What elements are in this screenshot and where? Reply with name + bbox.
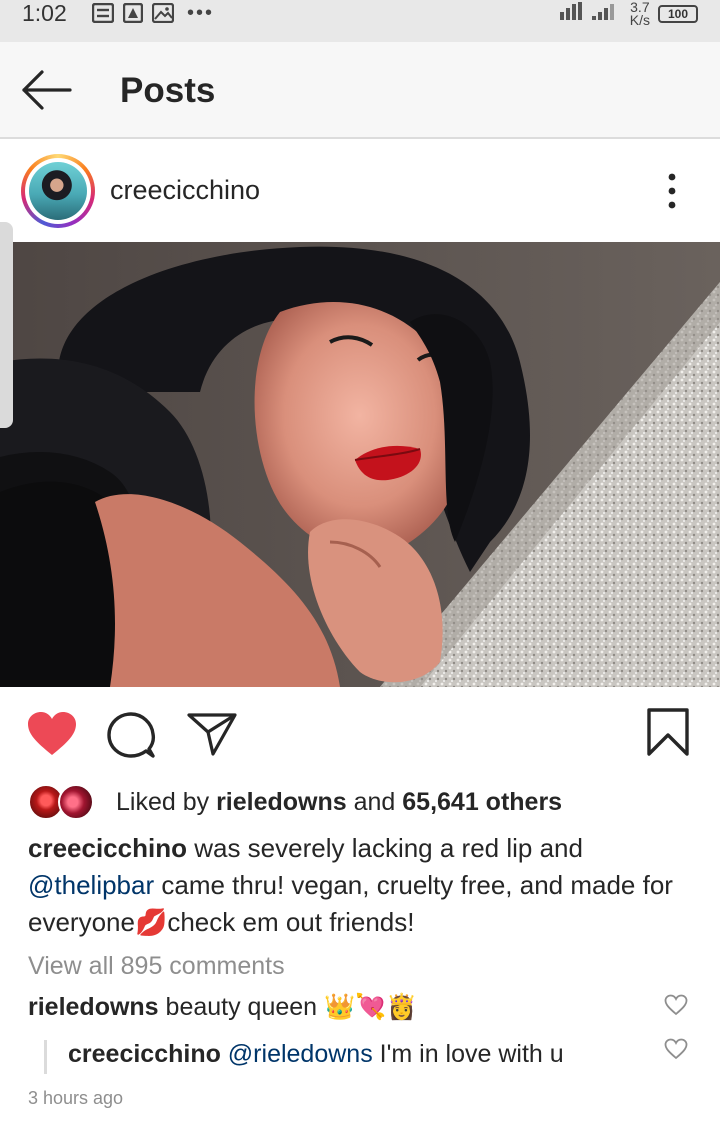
comment-mention[interactable]: @rieledowns [221,1040,373,1068]
share-button[interactable] [186,711,238,757]
drive-notification-icon [123,3,143,23]
avatar [58,784,94,820]
comment-like-button[interactable] [664,994,688,1016]
status-bar: 1:02 ••• 3.7 K/s 100 [0,0,720,42]
story-avatar[interactable] [21,154,95,228]
back-arrow-icon [22,70,72,110]
network-speed-unit: K/s [629,12,650,28]
more-options-button[interactable] [660,169,684,213]
selfie-photo [0,242,720,687]
battery-icon: 100 [658,5,698,23]
likes-count[interactable]: Liked by rieledowns and 65,641 others [116,788,562,817]
bookmark-icon [647,708,689,756]
liker-username[interactable]: rieledowns [216,788,347,816]
page-title: Posts [120,71,216,110]
save-button[interactable] [646,707,690,757]
heart-outline-icon [664,994,688,1016]
emoji-icon: 👑💘👸 [324,993,418,1021]
heart-outline-icon [664,1038,688,1060]
send-paper-plane-icon [187,713,237,756]
reply-like-button[interactable] [664,1038,688,1060]
post-timestamp: 3 hours ago [28,1088,124,1108]
edge-panel-handle[interactable] [0,222,13,428]
heart-filled-icon [28,712,76,755]
post-caption: creecicchino was severely lacking a red … [28,833,673,937]
gallery-notification-icon [152,3,174,23]
post-header: creecicchino [0,139,720,242]
comment-username[interactable]: rieledowns [28,993,159,1021]
avatar [29,162,87,220]
app-bar: Posts [0,42,720,139]
kiss-emoji-icon: 💋 [134,907,168,937]
caption-username[interactable]: creecicchino [28,833,187,863]
like-button[interactable] [26,711,78,757]
likes-others[interactable]: 65,641 others [402,788,562,816]
back-button[interactable] [20,68,74,112]
comment: rieledowns beauty queen 👑💘👸 [28,993,418,1021]
more-notifications-icon: ••• [187,1,215,24]
view-all-comments-link[interactable]: View all 895 comments [28,952,285,981]
likes-row[interactable]: Liked by rieledowns and 65,641 others [28,782,562,822]
signal-icon [559,2,614,20]
comment-username[interactable]: creecicchino [68,1040,221,1068]
network-speed: 3.7 K/s [629,0,650,28]
post-image[interactable] [0,242,720,687]
reply-indicator [44,1040,47,1074]
status-right: 3.7 K/s 100 [559,0,698,28]
comment-button[interactable] [106,711,156,761]
notification-icons: ••• [92,1,214,25]
document-notification-icon [92,3,114,23]
post-actions [0,687,720,782]
more-vertical-icon [668,173,676,209]
liker-avatars [28,784,102,820]
comment-bubble-icon [107,712,156,758]
comment-reply: creecicchino @rieledowns I'm in love wit… [68,1040,564,1068]
caption-mention[interactable]: @thelipbar [28,870,154,900]
status-time: 1:02 [22,0,67,26]
post-username[interactable]: creecicchino [110,139,260,242]
